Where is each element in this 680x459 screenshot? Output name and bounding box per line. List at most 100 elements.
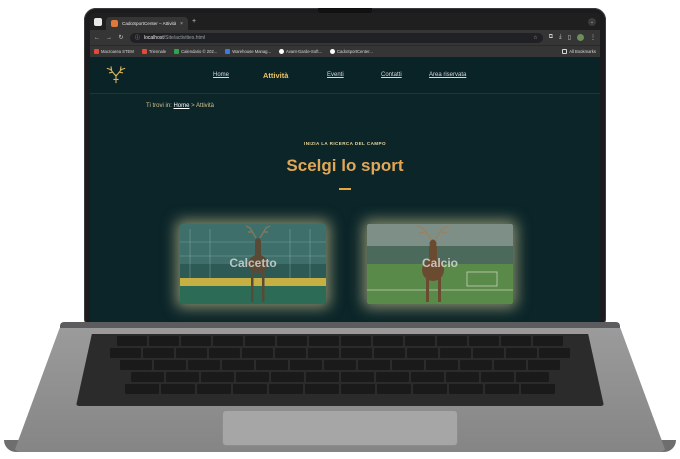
bookmark-label: Triennale <box>148 49 167 54</box>
sidepanel-icon[interactable]: ▯ <box>568 34 571 41</box>
keyboard-key <box>305 384 339 394</box>
keyboard-key <box>110 348 141 358</box>
keyboard-key <box>290 360 322 370</box>
keyboard-key <box>494 360 526 370</box>
keyboard-key <box>120 360 152 370</box>
bookmark-label: Calendario © 202... <box>181 49 218 54</box>
tab-title: CadoSportCenter – Attività <box>122 21 177 26</box>
keyboard-key <box>516 372 549 382</box>
bookmarks-bar: Macroarea STEM Triennale Calendario © 20… <box>90 45 600 57</box>
all-bookmarks-button[interactable]: All Bookmarks <box>562 49 596 54</box>
bookmark-item[interactable]: Macroarea STEM <box>94 49 134 54</box>
bookmark-item[interactable]: Calendario © 202... <box>174 49 217 54</box>
card-label-calcetto: Calcetto <box>229 256 277 270</box>
keyboard-key <box>341 384 375 394</box>
main-nav: Home Attività Eventi Contatti Area riser… <box>213 71 489 80</box>
github-icon <box>330 49 335 54</box>
keyboard-key <box>201 372 234 382</box>
section-eyebrow: INIZIA LA RICERCA DEL CAMPO <box>304 141 386 146</box>
keyboard-key <box>233 384 267 394</box>
keyboard-key <box>341 348 372 358</box>
all-bookmarks-label: All Bookmarks <box>569 49 596 54</box>
menu-kebab-icon[interactable]: ⋮ <box>590 34 596 41</box>
keyboard-key <box>533 336 563 346</box>
laptop-screen: CadoSportCenter – Attività × + ⌄ ← → ↻ ⓘ… <box>90 13 600 323</box>
breadcrumb-current: Attività <box>195 103 214 109</box>
sport-card-calcetto[interactable]: Calcetto <box>180 224 326 304</box>
keyboard-key <box>405 336 435 346</box>
back-icon[interactable]: ← <box>94 35 100 41</box>
breadcrumb: Ti trovi in: Home > Attività <box>146 103 214 109</box>
folder-icon <box>562 49 568 54</box>
forward-icon[interactable]: → <box>106 35 112 41</box>
reload-icon[interactable]: ↻ <box>118 34 124 41</box>
keyboard-key <box>117 336 147 346</box>
keyboard-key <box>308 348 339 358</box>
new-tab-button[interactable]: + <box>192 18 196 25</box>
keyboard-key <box>197 384 231 394</box>
keyboard-key <box>222 360 254 370</box>
tab-search-icon[interactable]: ⌄ <box>588 17 596 26</box>
window-menu-icon[interactable] <box>94 17 102 26</box>
bookmark-item[interactable]: Warehouse Manag... <box>225 49 271 54</box>
laptop-mockup: CadoSportCenter – Attività × + ⌄ ← → ↻ ⓘ… <box>0 0 680 459</box>
keyboard-row <box>78 372 602 382</box>
bookmark-item[interactable]: CadoSportCenter... <box>330 49 373 54</box>
keyboard-key <box>460 360 492 370</box>
website: Home Attività Eventi Contatti Area riser… <box>90 57 600 323</box>
nav-reserved-area-link[interactable]: Area riservata <box>429 72 489 78</box>
bookmark-label: Macroarea STEM <box>101 49 134 54</box>
keyboard-key <box>209 348 240 358</box>
bookmark-item[interactable]: Avant-Garde-Soft... <box>279 49 322 54</box>
nav-activities-link[interactable]: Attività <box>263 71 327 80</box>
keyboard-key <box>521 384 555 394</box>
keyboard-key <box>242 348 273 358</box>
keyboard-key <box>271 372 304 382</box>
keyboard-key <box>341 336 371 346</box>
keyboard-key <box>358 360 390 370</box>
nav-contacts-link[interactable]: Contatti <box>381 72 429 78</box>
extensions-icon[interactable]: ⧉ <box>549 34 553 41</box>
keyboard-row <box>78 348 602 358</box>
keyboard-row <box>78 384 602 394</box>
bookmark-item[interactable]: Triennale <box>141 49 167 54</box>
trackpad <box>222 410 458 446</box>
keyboard-key <box>485 384 519 394</box>
tab-close-icon[interactable]: × <box>180 21 183 27</box>
keyboard-key <box>506 348 537 358</box>
page-title: Scelgi lo sport <box>286 156 404 175</box>
keyboard-key <box>377 384 411 394</box>
keyboard-key <box>277 336 307 346</box>
nav-home-link[interactable]: Home <box>213 72 263 78</box>
browser-tab[interactable]: CadoSportCenter – Attività × <box>106 17 188 30</box>
browser-toolbar: ← → ↻ ⓘ localhost/Site/activities.html ☆… <box>90 30 600 45</box>
profile-avatar[interactable] <box>577 34 584 41</box>
keyboard-key <box>309 336 339 346</box>
bookmark-label: CadoSportCenter... <box>337 49 373 54</box>
keyboard-key <box>376 372 409 382</box>
breadcrumb-home-link[interactable]: Home <box>173 103 189 109</box>
breadcrumb-prefix: Ti trovi in: <box>146 103 174 109</box>
sport-card-calcio[interactable]: Calcio <box>367 224 513 304</box>
bookmark-favicon-icon <box>174 49 180 54</box>
keyboard-key <box>213 336 243 346</box>
keyboard-key <box>188 360 220 370</box>
keyboard-key <box>426 360 458 370</box>
keyboard-key <box>324 360 356 370</box>
download-icon[interactable]: ⤓ <box>559 34 562 41</box>
keyboard-key <box>407 348 438 358</box>
title-underline <box>339 188 351 190</box>
keyboard-key <box>269 384 303 394</box>
keyboard-key <box>392 360 424 370</box>
keyboard-key <box>245 336 275 346</box>
bookmark-favicon-icon <box>94 49 99 54</box>
nav-events-link[interactable]: Eventi <box>327 72 381 78</box>
deer-antlers-logo[interactable] <box>105 64 127 86</box>
address-bar[interactable]: ⓘ localhost/Site/activities.html ☆ <box>130 32 543 43</box>
bookmark-star-icon[interactable]: ☆ <box>533 35 537 41</box>
keyboard-key <box>275 348 306 358</box>
keyboard-key <box>446 372 479 382</box>
keyboard-key <box>125 384 159 394</box>
site-info-icon[interactable]: ⓘ <box>135 34 140 41</box>
keyboard-key <box>440 348 471 358</box>
